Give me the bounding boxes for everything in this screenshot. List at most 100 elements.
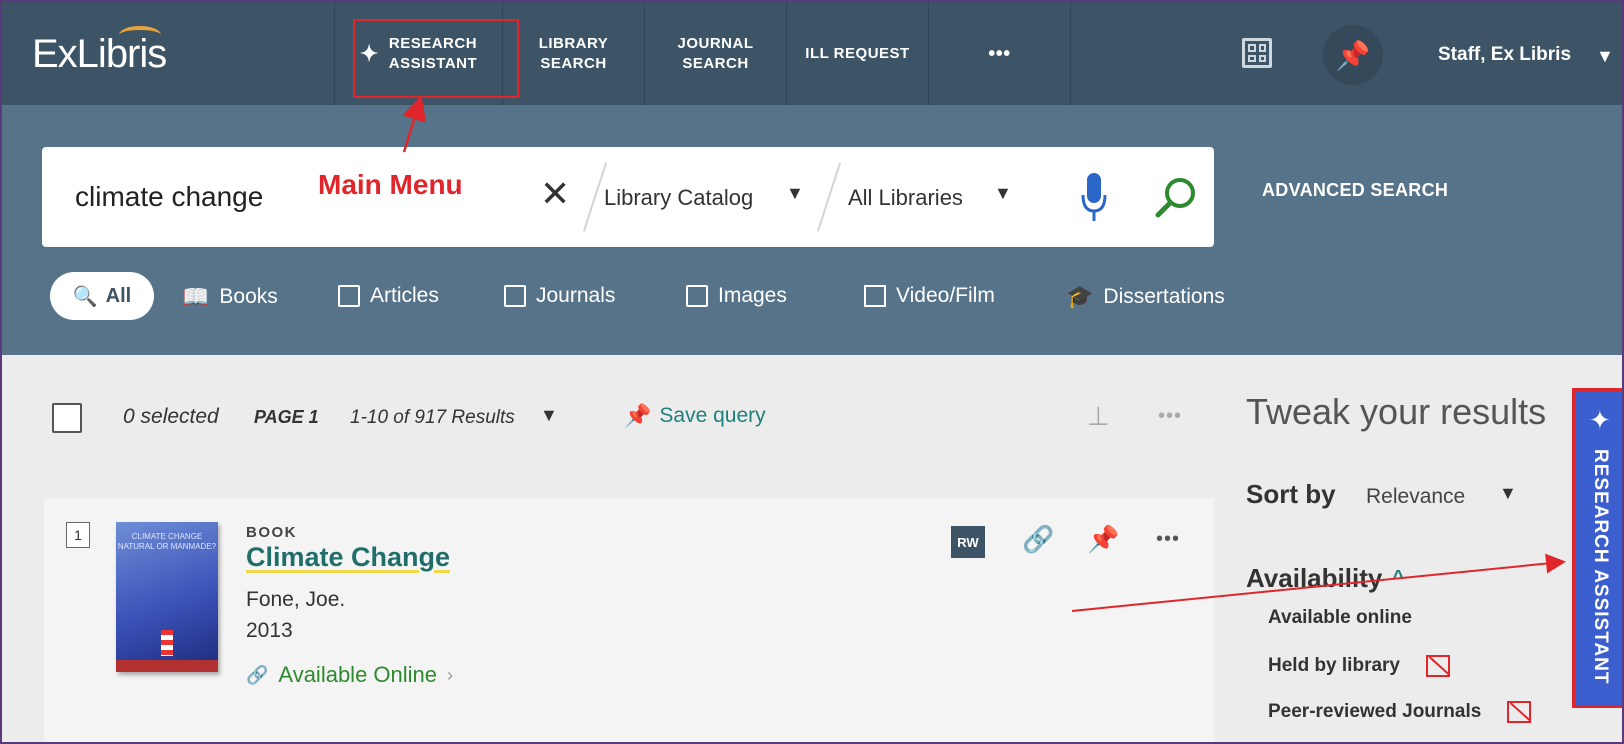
filter-dissertations-label: Dissertations: [1103, 285, 1225, 308]
facet-panel: Tweak your results Sort by Relevance ▼ A…: [1214, 355, 1622, 742]
search-bar: climate change Main Menu ✕ Library Catal…: [42, 147, 1214, 247]
select-all-checkbox[interactable]: [52, 403, 82, 433]
pin-icon: 📌: [1335, 39, 1371, 71]
availability-label: Available Online: [278, 662, 438, 687]
app-window: ExLibris ✦ RESEARCH ASSISTANT LIBRARY SE…: [0, 0, 1624, 744]
chevron-down-icon[interactable]: ▼: [1499, 483, 1517, 504]
pin-icon[interactable]: ⊥: [1087, 401, 1110, 432]
sort-label: Sort by: [1246, 479, 1336, 509]
research-assistant-tab-label: RESEARCH ASSISTANT: [1590, 449, 1611, 685]
nav-ill-request[interactable]: ILL REQUEST: [786, 2, 928, 105]
search-section: climate change Main Menu ✕ Library Catal…: [2, 105, 1622, 355]
search-icon: 🔍: [72, 285, 98, 308]
filter-journals[interactable]: Journals: [504, 284, 615, 308]
scope-select-libraries[interactable]: All Libraries: [848, 185, 963, 211]
more-options-icon[interactable]: •••: [1158, 405, 1182, 428]
results-list: 0 selected PAGE 1 1-10 of 917 Results ▼ …: [2, 355, 1214, 742]
image-icon: [686, 285, 708, 307]
result-type: BOOK: [246, 524, 297, 541]
result-year: 2013: [246, 619, 293, 642]
video-camera-icon: [864, 285, 886, 307]
advanced-search-link[interactable]: ADVANCED SEARCH: [1262, 180, 1448, 201]
nav-library-search-label: LIBRARY SEARCH: [538, 34, 609, 72]
scope-select-catalog[interactable]: Library Catalog: [604, 185, 753, 211]
link-icon: 🔗: [246, 664, 269, 685]
availability-facet-toggle[interactable]: Availability ^: [1246, 563, 1404, 594]
facet-heading: Tweak your results: [1246, 391, 1547, 432]
book-cover-thumbnail[interactable]: CLIMATE CHANGE NATURAL OR MANMADE?: [116, 522, 218, 672]
facet-label: Held by library: [1268, 655, 1400, 676]
facet-held-by-library[interactable]: Held by library: [1268, 655, 1450, 677]
filter-images-label: Images: [718, 284, 787, 307]
save-query-label: Save query: [659, 404, 766, 427]
result-item[interactable]: 1 CLIMATE CHANGE NATURAL OR MANMADE? BOO…: [44, 498, 1214, 742]
nav-journal-search-label: JOURNAL SEARCH: [677, 34, 754, 72]
availability-heading: Availability: [1246, 563, 1383, 593]
more-dots-icon: •••: [988, 42, 1011, 65]
sort-select[interactable]: Relevance: [1366, 485, 1465, 509]
more-options-icon[interactable]: •••: [1156, 528, 1180, 551]
pin-icon[interactable]: 📌: [1087, 524, 1119, 555]
main-menu-highlight-box: [353, 19, 519, 98]
journal-icon: [504, 285, 526, 307]
user-menu[interactable]: Staff, Ex Libris: [1438, 44, 1571, 66]
facet-label: Peer-reviewed Journals: [1268, 701, 1482, 722]
exclude-icon[interactable]: [1507, 701, 1532, 723]
chevron-down-icon[interactable]: ▼: [540, 405, 558, 426]
facet-available-online[interactable]: Available online: [1268, 607, 1412, 629]
annotation-main-menu: Main Menu: [318, 169, 463, 200]
chevron-down-icon[interactable]: ▼: [786, 183, 804, 204]
filter-dissertations[interactable]: 🎓 Dissertations: [1066, 284, 1225, 310]
results-count[interactable]: 1-10 of 917 Results: [350, 407, 515, 429]
result-title-link[interactable]: Climate Change: [246, 542, 450, 573]
sparkle-icon: ✦: [1589, 405, 1611, 435]
lighthouse-graphic: [161, 630, 173, 656]
divider: [816, 162, 842, 232]
pinned-items-button[interactable]: 📌: [1323, 25, 1383, 85]
research-assistant-tab[interactable]: ✦ RESEARCH ASSISTANT: [1572, 388, 1622, 708]
microphone-icon[interactable]: [1080, 169, 1108, 225]
filter-articles-label: Articles: [370, 284, 439, 307]
facet-peer-reviewed[interactable]: Peer-reviewed Journals: [1268, 701, 1532, 723]
pin-icon: 📌: [624, 403, 652, 428]
nav-journal-search[interactable]: JOURNAL SEARCH: [644, 2, 786, 105]
nav-more-button[interactable]: •••: [928, 2, 1070, 105]
chevron-down-icon[interactable]: ▼: [1596, 46, 1614, 67]
nav-library-search[interactable]: LIBRARY SEARCH: [502, 2, 644, 105]
exclude-icon[interactable]: [1426, 655, 1450, 677]
book-icon: 📖: [182, 284, 210, 309]
selected-count: 0 selected: [123, 405, 219, 428]
nav-ill-request-label: ILL REQUEST: [805, 44, 910, 62]
cover-base: [116, 660, 218, 672]
filter-articles[interactable]: Articles: [338, 284, 439, 308]
filter-video-film-label: Video/Film: [896, 284, 995, 307]
top-nav-bar: ExLibris ✦ RESEARCH ASSISTANT LIBRARY SE…: [2, 2, 1622, 105]
filter-video-film[interactable]: Video/Film: [864, 284, 995, 308]
chevron-right-icon: ›: [447, 664, 454, 685]
search-input[interactable]: climate change: [75, 181, 263, 213]
graduation-cap-icon: 🎓: [1066, 284, 1094, 309]
filter-journals-label: Journals: [536, 284, 616, 307]
chevron-up-icon: ^: [1392, 567, 1404, 589]
page-indicator: PAGE 1: [254, 407, 319, 427]
logo-arc-icon: [119, 26, 161, 44]
cover-title: CLIMATE CHANGE NATURAL OR MANMADE?: [117, 532, 217, 551]
filter-all-label: All: [105, 284, 132, 307]
search-icon[interactable]: [1150, 173, 1200, 223]
nav-spacer: [1070, 2, 1212, 105]
qr-code-icon[interactable]: [1242, 38, 1272, 68]
resource-type-filters: 🔍 All 📖 Books Articles Journals Images V…: [2, 270, 1622, 330]
permalink-icon[interactable]: 🔗: [1022, 524, 1054, 555]
filter-books[interactable]: 📖 Books: [182, 284, 278, 310]
filter-all[interactable]: 🔍 All: [50, 272, 154, 320]
result-author: Fone, Joe.: [246, 588, 346, 611]
article-icon: [338, 285, 360, 307]
filter-books-label: Books: [219, 285, 278, 308]
chevron-down-icon[interactable]: ▼: [994, 183, 1012, 204]
result-number[interactable]: 1: [66, 522, 90, 548]
availability-link[interactable]: 🔗 Available Online ›: [246, 662, 453, 688]
clear-search-icon[interactable]: ✕: [540, 173, 570, 215]
save-query-button[interactable]: 📌 Save query: [624, 403, 766, 429]
rw-badge[interactable]: RW: [951, 526, 985, 558]
filter-images[interactable]: Images: [686, 284, 787, 308]
